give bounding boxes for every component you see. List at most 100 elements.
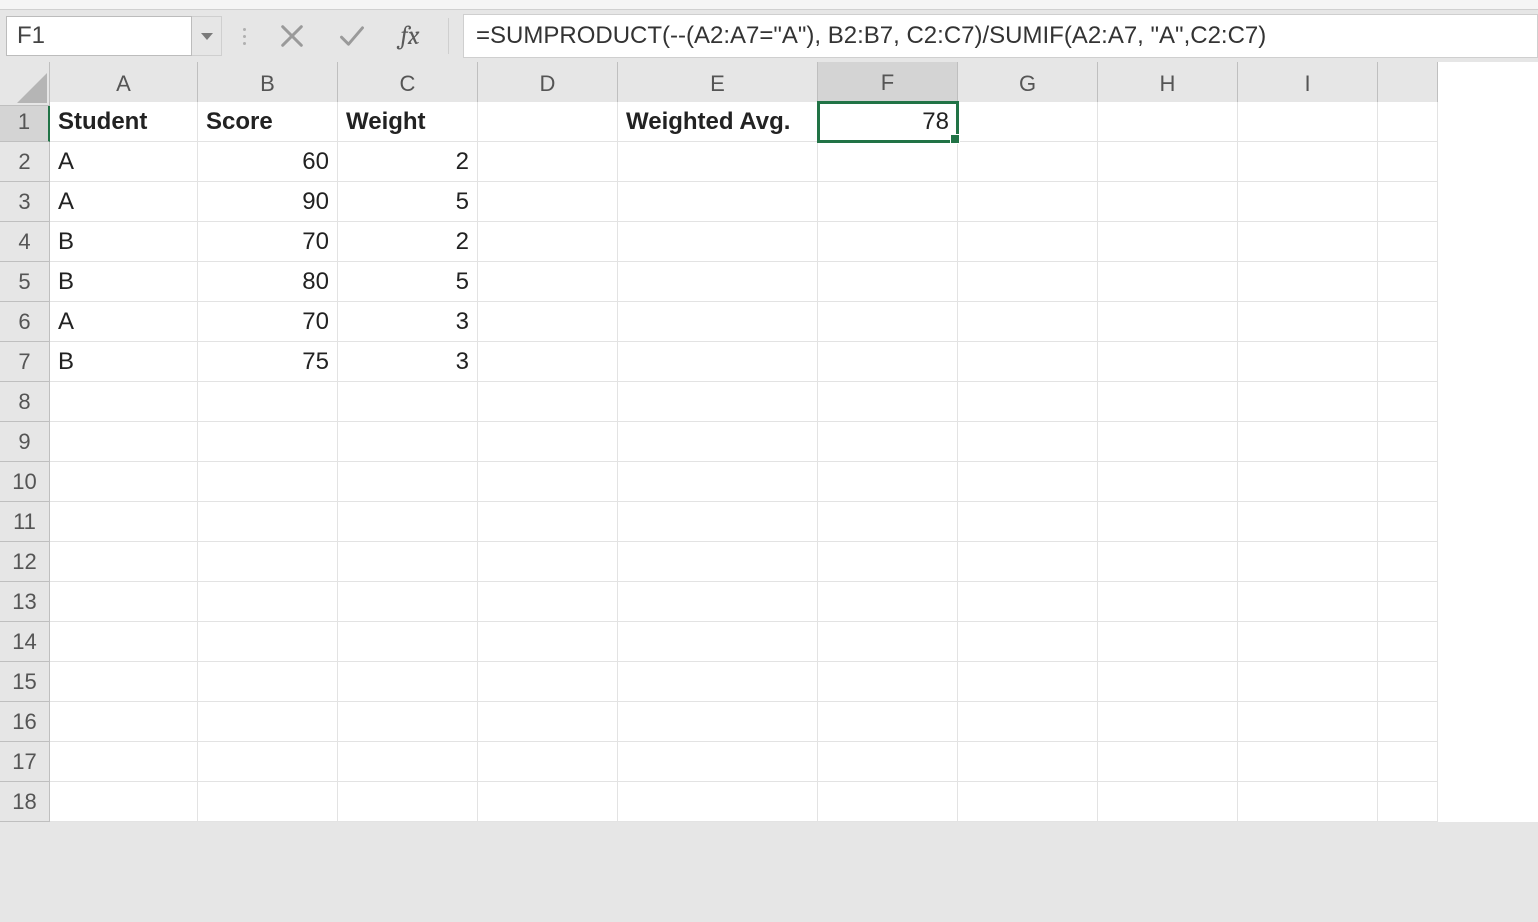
cell-E3[interactable] [618,182,818,222]
cell-trailing-12[interactable] [1378,542,1438,582]
cell-E4[interactable] [618,222,818,262]
cell-B9[interactable] [198,422,338,462]
row-header-1[interactable]: 1 [0,102,50,142]
cell-I12[interactable] [1238,542,1378,582]
cell-G1[interactable] [958,102,1098,142]
cell-G13[interactable] [958,582,1098,622]
cell-B18[interactable] [198,782,338,822]
cell-trailing-1[interactable] [1378,102,1438,142]
cell-G16[interactable] [958,702,1098,742]
row-header-11[interactable]: 11 [0,502,50,542]
cell-G5[interactable] [958,262,1098,302]
cell-I7[interactable] [1238,342,1378,382]
cell-C1[interactable]: Weight [338,102,478,142]
cell-H12[interactable] [1098,542,1238,582]
column-header-F[interactable]: F [818,62,958,106]
cell-trailing-7[interactable] [1378,342,1438,382]
cell-A18[interactable] [50,782,198,822]
cell-F4[interactable] [818,222,958,262]
cell-I3[interactable] [1238,182,1378,222]
cell-G6[interactable] [958,302,1098,342]
name-box-dropdown[interactable] [192,16,222,56]
cell-B10[interactable] [198,462,338,502]
cell-B1[interactable]: Score [198,102,338,142]
cell-E7[interactable] [618,342,818,382]
column-header-B[interactable]: B [198,62,338,106]
cell-I14[interactable] [1238,622,1378,662]
cell-B15[interactable] [198,662,338,702]
cell-A6[interactable]: A [50,302,198,342]
column-header-C[interactable]: C [338,62,478,106]
cell-trailing-5[interactable] [1378,262,1438,302]
cell-trailing-14[interactable] [1378,622,1438,662]
cell-G12[interactable] [958,542,1098,582]
cell-C18[interactable] [338,782,478,822]
cell-trailing-16[interactable] [1378,702,1438,742]
cell-A10[interactable] [50,462,198,502]
cell-A15[interactable] [50,662,198,702]
column-header-A[interactable]: A [50,62,198,106]
cell-B5[interactable]: 80 [198,262,338,302]
cell-B4[interactable]: 70 [198,222,338,262]
cell-D8[interactable] [478,382,618,422]
cell-D16[interactable] [478,702,618,742]
row-header-7[interactable]: 7 [0,342,50,382]
cell-G4[interactable] [958,222,1098,262]
cell-E5[interactable] [618,262,818,302]
cell-C17[interactable] [338,742,478,782]
cell-trailing-9[interactable] [1378,422,1438,462]
cell-D15[interactable] [478,662,618,702]
cell-trailing-11[interactable] [1378,502,1438,542]
cell-A7[interactable]: B [50,342,198,382]
cell-trailing-10[interactable] [1378,462,1438,502]
cell-H11[interactable] [1098,502,1238,542]
cell-C16[interactable] [338,702,478,742]
cell-D12[interactable] [478,542,618,582]
cell-F13[interactable] [818,582,958,622]
cell-A4[interactable]: B [50,222,198,262]
cell-I10[interactable] [1238,462,1378,502]
column-header-G[interactable]: G [958,62,1098,106]
cell-A12[interactable] [50,542,198,582]
cell-C10[interactable] [338,462,478,502]
cell-E13[interactable] [618,582,818,622]
cell-E18[interactable] [618,782,818,822]
cell-C14[interactable] [338,622,478,662]
cell-F15[interactable] [818,662,958,702]
cell-B3[interactable]: 90 [198,182,338,222]
row-header-2[interactable]: 2 [0,142,50,182]
cell-B12[interactable] [198,542,338,582]
cell-D9[interactable] [478,422,618,462]
formula-bar-grip[interactable] [230,14,258,58]
cell-I1[interactable] [1238,102,1378,142]
row-header-16[interactable]: 16 [0,702,50,742]
cell-H16[interactable] [1098,702,1238,742]
cell-E6[interactable] [618,302,818,342]
cell-F9[interactable] [818,422,958,462]
cell-I2[interactable] [1238,142,1378,182]
cell-H4[interactable] [1098,222,1238,262]
cell-G8[interactable] [958,382,1098,422]
cell-H7[interactable] [1098,342,1238,382]
column-header-H[interactable]: H [1098,62,1238,106]
cell-D6[interactable] [478,302,618,342]
cell-H9[interactable] [1098,422,1238,462]
cell-C7[interactable]: 3 [338,342,478,382]
enter-entry-button[interactable] [326,14,378,58]
select-all-corner[interactable] [0,62,50,106]
cell-D18[interactable] [478,782,618,822]
cell-H8[interactable] [1098,382,1238,422]
cell-trailing-6[interactable] [1378,302,1438,342]
cell-H14[interactable] [1098,622,1238,662]
cell-C13[interactable] [338,582,478,622]
cell-D13[interactable] [478,582,618,622]
cell-F11[interactable] [818,502,958,542]
cell-C15[interactable] [338,662,478,702]
cell-E8[interactable] [618,382,818,422]
cell-B6[interactable]: 70 [198,302,338,342]
cell-A3[interactable]: A [50,182,198,222]
cell-trailing-13[interactable] [1378,582,1438,622]
cell-I9[interactable] [1238,422,1378,462]
cell-E9[interactable] [618,422,818,462]
cell-B2[interactable]: 60 [198,142,338,182]
